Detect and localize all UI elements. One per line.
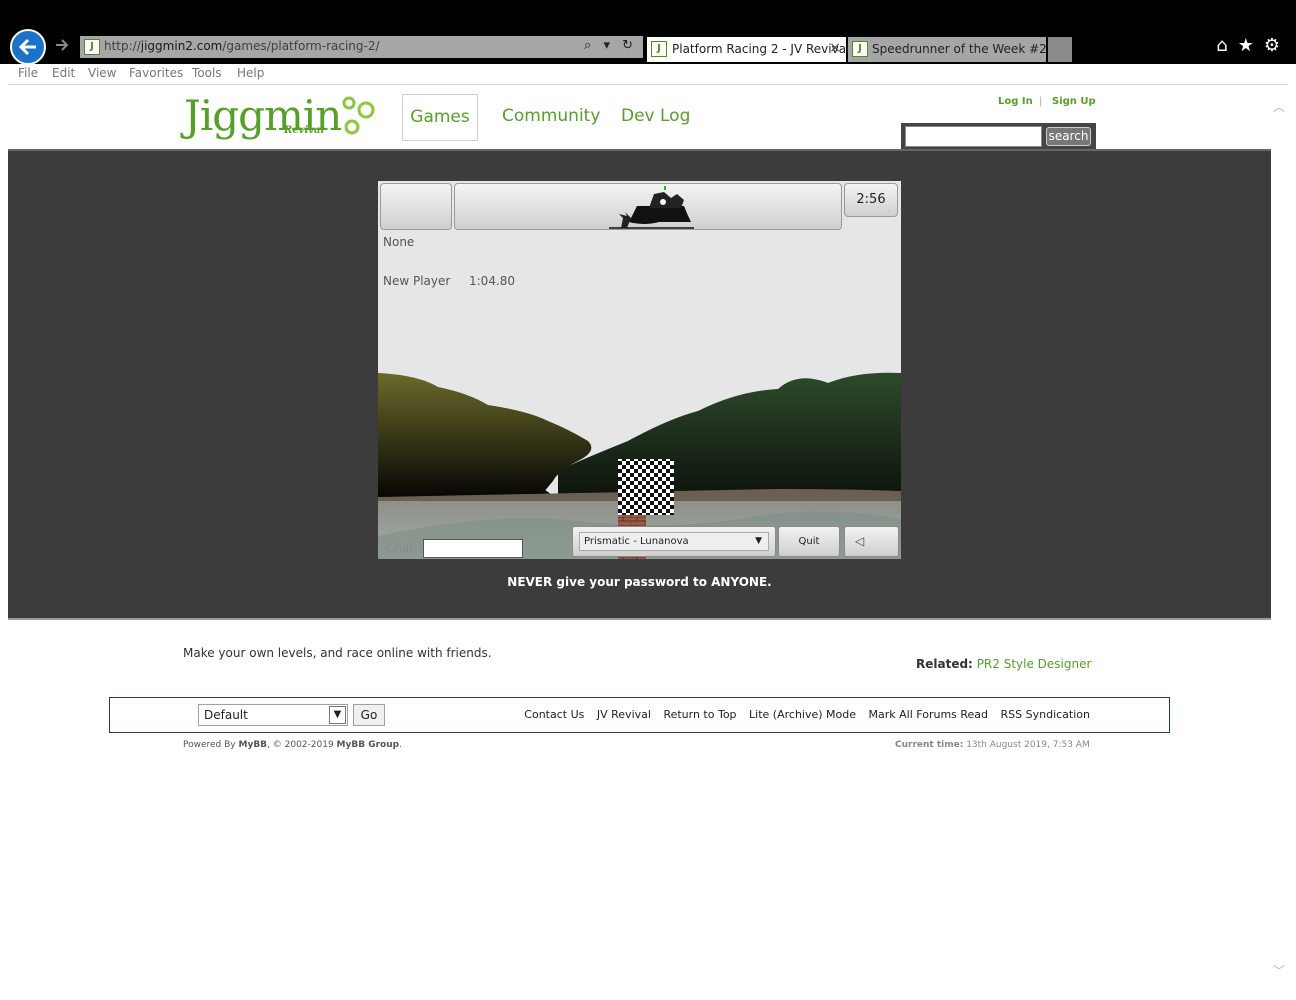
mark-forums-read-link[interactable]: Mark All Forums Read <box>869 708 989 721</box>
game-band: 2:56 None New Player 1:04.80 Chat: Prism… <box>8 149 1271 620</box>
search-button[interactable]: search <box>1046 127 1091 146</box>
jiggmin-logo[interactable]: Jiggmin Revival <box>184 91 384 145</box>
game-scene <box>378 301 901 559</box>
game-level-banner[interactable] <box>454 183 842 230</box>
level-select[interactable]: Prismatic - Lunanova ▼ <box>572 526 776 557</box>
tab-label: Speedrunner of the Week #23 <box>872 42 1055 56</box>
menu-favorites[interactable]: Favorites <box>129 66 183 80</box>
game-description: Make your own levels, and race online wi… <box>183 646 492 660</box>
chat-input[interactable] <box>423 539 523 558</box>
menu-file[interactable]: File <box>18 66 38 80</box>
mybb-link[interactable]: MyBB <box>239 740 268 750</box>
menu-view[interactable]: View <box>88 66 116 80</box>
logo-subtitle: Revival <box>284 125 325 136</box>
menu-help[interactable]: Help <box>237 66 264 80</box>
forward-arrow-icon <box>56 39 69 51</box>
theme-select[interactable]: Default ▼ <box>198 704 348 726</box>
gear-icon[interactable]: ⚙ <box>1264 36 1280 56</box>
search-input[interactable] <box>905 126 1042 147</box>
quit-button[interactable]: Quit <box>778 526 840 557</box>
rss-link[interactable]: RSS Syndication <box>1001 708 1090 721</box>
signup-link[interactable]: Sign Up <box>1052 96 1096 107</box>
player-time: 1:04.80 <box>469 274 516 288</box>
chat-label: Chat: <box>386 541 419 555</box>
lite-mode-link[interactable]: Lite (Archive) Mode <box>749 708 856 721</box>
pirate-ship-icon <box>609 186 694 229</box>
menu-edit[interactable]: Edit <box>52 66 75 80</box>
auth-separator: | <box>1039 96 1043 107</box>
go-button[interactable]: Go <box>353 704 385 726</box>
game-hat-button[interactable] <box>380 183 452 230</box>
tab-favicon-icon: J <box>852 41 868 57</box>
chevron-down-icon: ▼ <box>329 706 346 724</box>
related-label: Related: <box>916 657 973 671</box>
nav-dev-log[interactable]: Dev Log <box>621 94 690 141</box>
player-name: New Player <box>383 274 451 288</box>
related-link[interactable]: PR2 Style Designer <box>977 657 1092 671</box>
nav-community[interactable]: Community <box>502 94 600 141</box>
speaker-icon[interactable]: ◁ <box>844 526 899 557</box>
back-button[interactable] <box>10 29 46 65</box>
browser-titlebar: J http://jiggmin2.com/games/platform-rac… <box>0 0 1296 65</box>
home-icon[interactable]: ⌂ <box>1216 36 1227 56</box>
star-icon[interactable]: ★ <box>1238 36 1254 56</box>
back-arrow-icon <box>18 38 36 56</box>
password-warning: NEVER give your password to ANYONE. <box>507 575 772 589</box>
search-form: search <box>901 123 1096 150</box>
related-section: Related: PR2 Style Designer <box>916 657 1091 671</box>
game-canvas[interactable]: 2:56 None New Player 1:04.80 Chat: Prism… <box>378 181 901 559</box>
finish-block <box>618 459 674 515</box>
logo-circles-icon <box>342 96 375 135</box>
scroll-down-icon[interactable]: ﹀ <box>1273 962 1285 979</box>
race-status: None <box>383 235 415 249</box>
login-link[interactable]: Log In <box>998 96 1033 107</box>
tab-platform-racing[interactable]: J Platform Racing 2 - JV Revival × <box>647 37 850 62</box>
tab-speedrunner[interactable]: J Speedrunner of the Week #23 <box>848 37 1054 62</box>
powered-by: Powered By MyBB, © 2002-2019 MyBB Group. <box>183 740 402 750</box>
address-bar[interactable]: J http://jiggmin2.com/games/platform-rac… <box>80 36 643 58</box>
jv-revival-link[interactable]: JV Revival <box>597 708 651 721</box>
level-select-value[interactable]: Prismatic - Lunanova ▼ <box>579 532 769 551</box>
forward-button[interactable] <box>54 37 72 55</box>
tab-label: Platform Racing 2 - JV Revival <box>672 42 850 56</box>
nav-games[interactable]: Games <box>402 94 478 141</box>
race-timer: 2:56 <box>844 183 898 217</box>
current-time: Current time: 13th August 2019, 7:53 AM <box>895 740 1090 750</box>
address-url[interactable]: http://jiggmin2.com/games/platform-racin… <box>104 39 380 53</box>
site-favicon-icon: J <box>84 39 100 55</box>
footer-bar: Default ▼ Go Contact Us JV Revival Retur… <box>109 697 1170 733</box>
contact-us-link[interactable]: Contact Us <box>524 708 584 721</box>
tab-favicon-icon: J <box>651 41 667 57</box>
close-tab-icon[interactable]: × <box>829 40 841 56</box>
new-tab-button[interactable] <box>1048 37 1072 62</box>
address-actions-icon[interactable]: ⌕ ▾ ↻ <box>584 38 637 53</box>
menu-bar: File Edit View Favorites Tools Help <box>8 64 1288 85</box>
footer-links: Contact Us JV Revival Return to Top Lite… <box>515 708 1090 721</box>
return-to-top-link[interactable]: Return to Top <box>663 708 736 721</box>
site-header: Jiggmin Revival Games Community Dev Log … <box>8 85 1271 150</box>
scroll-up-icon[interactable]: ︿ <box>1273 98 1285 115</box>
dropdown-arrow-icon: ▼ <box>755 536 762 546</box>
menu-tools[interactable]: Tools <box>192 66 222 80</box>
page-scrollbar[interactable] <box>1271 85 1288 992</box>
browser-toolbar-icons: ⌂ ★ ⚙ <box>1216 36 1280 56</box>
mybb-group-link[interactable]: MyBB Group <box>337 740 400 750</box>
